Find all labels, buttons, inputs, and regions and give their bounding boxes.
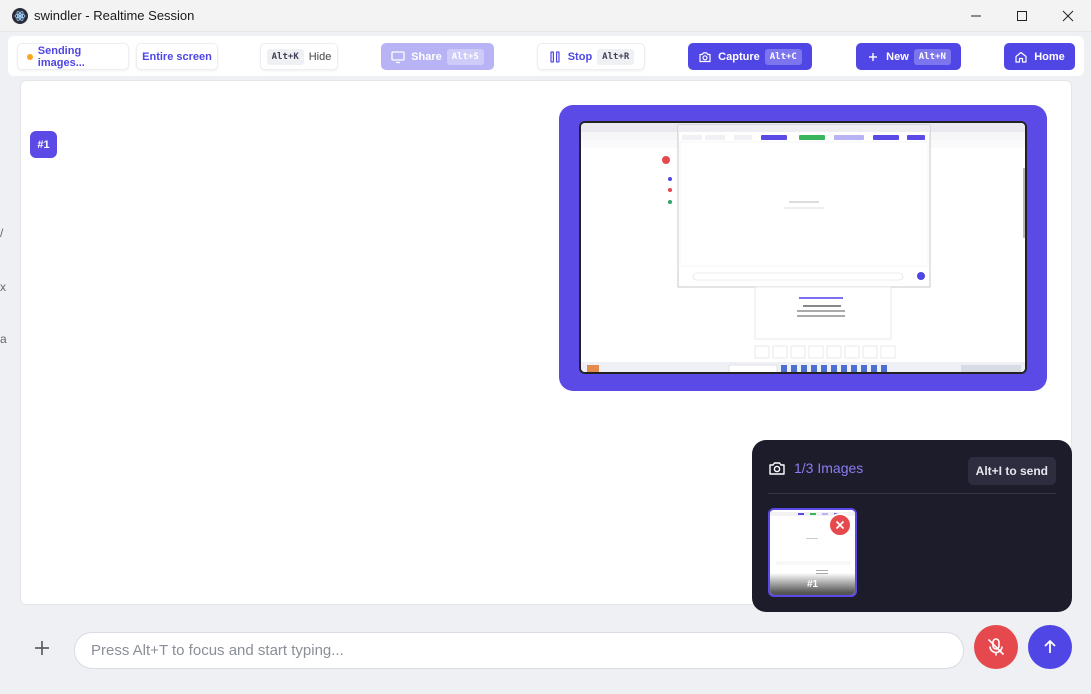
remove-image-button[interactable] bbox=[828, 513, 852, 537]
hide-button[interactable]: Alt+K Hide bbox=[260, 43, 338, 70]
send-images-hint[interactable]: Alt+I to send bbox=[967, 457, 1056, 485]
window-title: swindler - Realtime Session bbox=[34, 8, 195, 23]
new-button[interactable]: New Alt+N bbox=[856, 43, 961, 70]
status-dot bbox=[27, 53, 33, 60]
screen-source-select[interactable]: Entire screen bbox=[136, 43, 218, 70]
plus-icon bbox=[35, 641, 49, 655]
share-label: Share bbox=[411, 50, 442, 63]
microphone-off-icon bbox=[987, 638, 1005, 656]
home-button[interactable]: Home bbox=[1004, 43, 1075, 70]
arrow-up-icon bbox=[1044, 640, 1056, 653]
images-count: 1/3 Images bbox=[794, 460, 864, 476]
send-button[interactable] bbox=[1028, 625, 1072, 669]
minimize-icon bbox=[971, 15, 981, 17]
minimize-button[interactable] bbox=[953, 0, 999, 32]
screenshot-index-badge: #1 bbox=[30, 131, 57, 158]
attach-button[interactable] bbox=[30, 636, 54, 660]
thumbnail-label: #1 bbox=[770, 573, 855, 595]
message-input[interactable] bbox=[74, 632, 964, 669]
background-edge-glyph: a bbox=[0, 332, 7, 346]
stop-label: Stop bbox=[567, 50, 593, 63]
toolbar: Sending images... Entire screen Alt+K Hi… bbox=[8, 36, 1084, 76]
share-shortcut: Alt+S bbox=[446, 48, 484, 65]
share-button[interactable]: Share Alt+S bbox=[381, 43, 494, 70]
plus-icon bbox=[866, 50, 880, 64]
camera-icon bbox=[698, 50, 712, 64]
background-edge-glyph: x bbox=[0, 280, 6, 294]
hide-label: Hide bbox=[308, 50, 332, 63]
captured-screenshot-card[interactable] bbox=[559, 105, 1047, 391]
close-button[interactable] bbox=[1045, 0, 1091, 32]
pause-icon bbox=[548, 50, 562, 64]
hide-shortcut: Alt+K bbox=[266, 48, 304, 65]
maximize-button[interactable] bbox=[999, 0, 1045, 32]
maximize-icon bbox=[1017, 11, 1027, 21]
divider bbox=[768, 493, 1056, 494]
monitor-icon bbox=[391, 50, 405, 64]
title-bar: swindler - Realtime Session bbox=[0, 0, 1091, 32]
background-edge-glyph: / bbox=[0, 226, 4, 240]
capture-button[interactable]: Capture Alt+C bbox=[688, 43, 812, 70]
camera-icon bbox=[769, 462, 785, 475]
home-icon bbox=[1014, 50, 1028, 64]
stop-button[interactable]: Stop Alt+R bbox=[537, 43, 645, 70]
close-icon bbox=[835, 520, 845, 530]
sending-status-label: Sending images... bbox=[37, 44, 85, 69]
sending-status: Sending images... bbox=[17, 43, 129, 70]
new-shortcut: Alt+N bbox=[913, 48, 951, 65]
new-label: New bbox=[886, 50, 909, 63]
capture-label: Capture bbox=[718, 50, 760, 63]
app-icon bbox=[12, 7, 28, 24]
mute-microphone-button[interactable] bbox=[974, 625, 1018, 669]
home-label: Home bbox=[1034, 50, 1065, 63]
close-icon bbox=[1062, 10, 1074, 22]
capture-shortcut: Alt+C bbox=[764, 48, 802, 65]
stop-shortcut: Alt+R bbox=[597, 48, 635, 65]
captured-screenshot-image bbox=[579, 121, 1027, 374]
screen-source-label: Entire screen bbox=[142, 50, 212, 63]
